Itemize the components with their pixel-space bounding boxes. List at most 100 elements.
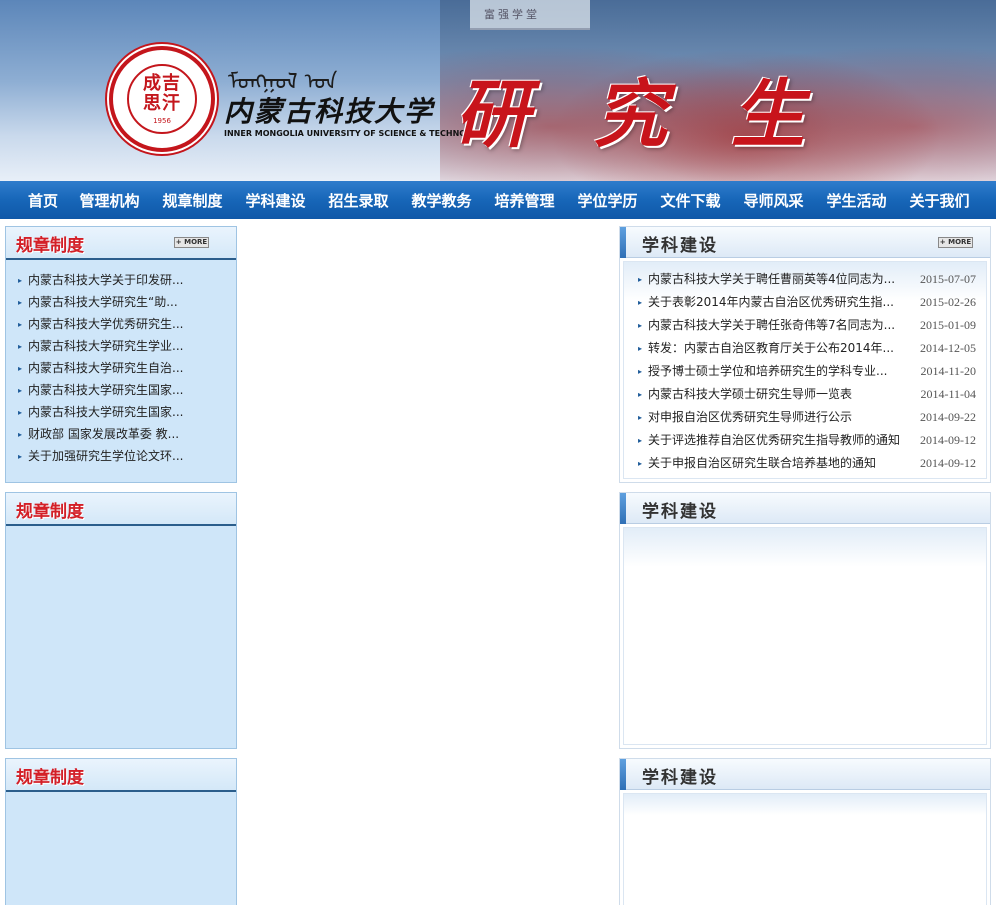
panel-header: 规章制度 <box>6 493 236 526</box>
news-item[interactable]: ▸ 关于申报自治区研究生联合培养基地的通知 2014-09-12 <box>638 452 986 475</box>
list-item[interactable]: ▸ 内蒙古科技大学研究生学业... <box>18 335 236 357</box>
panel-title: 学科建设 <box>642 502 718 522</box>
university-name-en: INNER MONGOLIA UNIVERSITY OF SCIENCE & T… <box>224 129 490 138</box>
arrow-bullet-icon: ▸ <box>638 436 643 445</box>
news-title[interactable]: 关于申报自治区研究生联合培养基地的通知 <box>648 452 903 475</box>
news-item[interactable]: ▸ 对申报自治区优秀研究生导师进行公示 2014-09-22 <box>638 406 986 429</box>
header-accent-bar <box>620 227 626 258</box>
seal-year: 1956 <box>153 116 171 125</box>
list-item-text[interactable]: 内蒙古科技大学研究生国家... <box>28 383 183 397</box>
news-list: ▸ 内蒙古科技大学关于聘任曹丽英等4位同志为... 2015-07-07 ▸ 关于表彰… <box>624 262 986 475</box>
panel-title: 学科建设 <box>642 768 718 788</box>
news-title[interactable]: 内蒙古科技大学关于聘任曹丽英等4位同志为... <box>648 268 903 291</box>
arrow-bullet-icon: ▸ <box>638 344 643 353</box>
list-item-text[interactable]: 内蒙古科技大学研究生自治... <box>28 361 183 375</box>
news-item[interactable]: ▸ 关于表彰2014年内蒙古自治区优秀研究生指... 2015-02-26 <box>638 291 986 314</box>
panel-header: 规章制度 + MORE <box>6 227 236 260</box>
discipline-panel-1: 学科建设 + MORE ▸ 内蒙古科技大学关于聘任曹丽英等4位同志为... 2015… <box>619 226 991 483</box>
arrow-bullet-icon: ▸ <box>638 413 643 422</box>
arrow-bullet-icon: ▸ <box>18 319 23 329</box>
news-title[interactable]: 关于评选推荐自治区优秀研究生指导教师的通知 <box>648 429 903 452</box>
news-item[interactable]: ▸ 转发：内蒙古自治区教育厅关于公布2014年... 2014-12-05 <box>638 337 986 360</box>
list-item[interactable]: ▸ 财政部 国家发展改革委 教... <box>18 423 236 445</box>
panel-title: 规章制度 <box>16 768 84 788</box>
list-item-text[interactable]: 内蒙古科技大学研究生“助... <box>28 295 178 309</box>
news-date: 2014-09-22 <box>920 410 976 424</box>
more-button[interactable]: + MORE <box>174 237 209 248</box>
panel-body <box>623 793 987 905</box>
discipline-panel-3: 学科建设 <box>619 758 991 905</box>
list-item[interactable]: ▸ 内蒙古科技大学关于印发研... <box>18 269 236 291</box>
news-title[interactable]: 授予博士硕士学位和培养研究生的学科专业... <box>648 360 903 383</box>
arrow-bullet-icon: ▸ <box>18 407 23 417</box>
nav-downloads[interactable]: 文件下载 <box>659 190 722 211</box>
list-item[interactable]: ▸ 内蒙古科技大学研究生“助... <box>18 291 236 313</box>
nav-admissions[interactable]: 招生录取 <box>327 190 390 211</box>
discipline-panel-2: 学科建设 <box>619 492 991 749</box>
more-button[interactable]: + MORE <box>938 237 973 248</box>
list-item-text[interactable]: 关于加强研究生学位论文环... <box>28 449 183 463</box>
regulations-panel-1: 规章制度 + MORE ▸ 内蒙古科技大学关于印发研... ▸ 内蒙古科技大学研究生… <box>5 226 237 483</box>
news-date: 2014-11-20 <box>920 364 976 378</box>
arrow-bullet-icon: ▸ <box>638 298 643 307</box>
list-item[interactable]: ▸ 内蒙古科技大学研究生国家... <box>18 379 236 401</box>
panel-header: 学科建设 <box>620 493 990 524</box>
nav-regulations[interactable]: 规章制度 <box>161 190 224 211</box>
regulations-list: ▸ 内蒙古科技大学关于印发研... ▸ 内蒙古科技大学研究生“助... ▸ 内蒙古科技… <box>6 260 236 467</box>
news-date: 2014-09-12 <box>920 456 976 470</box>
list-item-text[interactable]: 内蒙古科技大学优秀研究生... <box>28 317 183 331</box>
news-title[interactable]: 关于表彰2014年内蒙古自治区优秀研究生指... <box>648 291 903 314</box>
list-item[interactable]: ▸ 内蒙古科技大学研究生自治... <box>18 357 236 379</box>
arrow-bullet-icon: ▸ <box>18 275 23 285</box>
news-title[interactable]: 内蒙古科技大学硕士研究生导师一览表 <box>648 383 903 406</box>
arrow-bullet-icon: ▸ <box>638 321 643 330</box>
nav-discipline[interactable]: 学科建设 <box>244 190 307 211</box>
news-title[interactable]: 转发：内蒙古自治区教育厅关于公布2014年... <box>648 337 903 360</box>
panel-body: ▸ 内蒙古科技大学关于聘任曹丽英等4位同志为... 2015-07-07 ▸ 关于表彰… <box>623 261 987 479</box>
panel-title: 规章制度 <box>16 502 84 522</box>
nav-degrees[interactable]: 学位学历 <box>576 190 639 211</box>
news-title[interactable]: 对申报自治区优秀研究生导师进行公示 <box>648 406 903 429</box>
news-date: 2014-11-04 <box>920 387 976 401</box>
arrow-bullet-icon: ▸ <box>638 275 643 284</box>
arrow-bullet-icon: ▸ <box>638 459 643 468</box>
news-date: 2015-02-26 <box>920 295 976 309</box>
nav-teaching[interactable]: 教学教务 <box>410 190 473 211</box>
news-title[interactable]: 内蒙古科技大学关于聘任张奇伟等7名同志为... <box>648 314 903 337</box>
arrow-bullet-icon: ▸ <box>638 367 643 376</box>
list-item-text[interactable]: 内蒙古科技大学研究生国家... <box>28 405 183 419</box>
arrow-bullet-icon: ▸ <box>638 390 643 399</box>
list-item[interactable]: ▸ 内蒙古科技大学研究生国家... <box>18 401 236 423</box>
nav-home[interactable]: 首页 <box>28 190 58 211</box>
list-item[interactable]: ▸ 内蒙古科技大学优秀研究生... <box>18 313 236 335</box>
nav-supervisors[interactable]: 导师风采 <box>742 190 805 211</box>
news-item[interactable]: ▸ 关于评选推荐自治区优秀研究生指导教师的通知 2014-09-12 <box>638 429 986 452</box>
mongolian-script: ᠮᠣᠩᠭᠣᠯ ᠤᠨ <box>228 70 338 95</box>
panel-title: 规章制度 <box>16 236 84 256</box>
news-item[interactable]: ▸ 内蒙古科技大学关于聘任张奇伟等7名同志为... 2015-01-09 <box>638 314 986 337</box>
nav-management[interactable]: 管理机构 <box>78 190 141 211</box>
news-item[interactable]: ▸ 内蒙古科技大学关于聘任曹丽英等4位同志为... 2015-07-07 <box>638 268 986 291</box>
header-banner: 富强学堂 成吉 思汗 1956 ᠮᠣᠩᠭᠣᠯ ᠤᠨ 内蒙古科技大学 INNER … <box>0 0 996 181</box>
university-seal-logo[interactable]: 成吉 思汗 1956 <box>109 46 215 152</box>
list-item-text[interactable]: 内蒙古科技大学研究生学业... <box>28 339 183 353</box>
list-item-text[interactable]: 财政部 国家发展改革委 教... <box>28 427 179 441</box>
nav-about[interactable]: 关于我们 <box>908 190 971 211</box>
arrow-bullet-icon: ▸ <box>18 297 23 307</box>
seal-glyph: 成吉 思汗 <box>143 72 181 114</box>
nav-training[interactable]: 培养管理 <box>493 190 556 211</box>
arrow-bullet-icon: ▸ <box>18 385 23 395</box>
list-item[interactable]: ▸ 关于加强研究生学位论文环... <box>18 445 236 467</box>
list-item-text[interactable]: 内蒙古科技大学关于印发研... <box>28 273 183 287</box>
arrow-bullet-icon: ▸ <box>18 429 23 439</box>
news-date: 2015-01-09 <box>920 318 976 332</box>
main-nav: 首页 管理机构 规章制度 学科建设 招生录取 教学教务 培养管理 学位学历 文件… <box>0 181 996 219</box>
university-name-cn: 内蒙古科技大学 <box>224 95 435 128</box>
news-item[interactable]: ▸ 内蒙古科技大学硕士研究生导师一览表 2014-11-04 <box>638 383 986 406</box>
panel-header: 规章制度 <box>6 759 236 792</box>
header-accent-bar <box>620 493 626 524</box>
header-accent-bar <box>620 759 626 790</box>
news-item[interactable]: ▸ 授予博士硕士学位和培养研究生的学科专业... 2014-11-20 <box>638 360 986 383</box>
news-date: 2015-07-07 <box>920 272 976 286</box>
nav-activities[interactable]: 学生活动 <box>825 190 888 211</box>
